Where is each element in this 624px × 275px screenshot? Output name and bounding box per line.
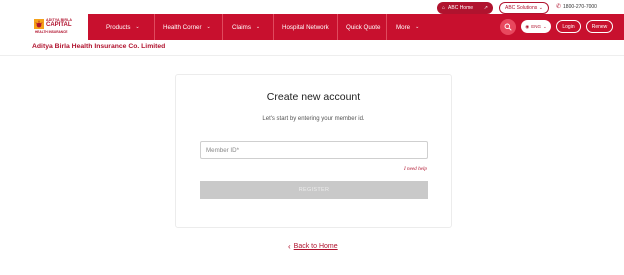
divider (0, 55, 624, 56)
phone-number: 1800-270-7000 (563, 3, 597, 10)
home-icon: ⌂ (442, 5, 446, 11)
search-icon (504, 23, 512, 31)
search-button[interactable] (500, 19, 516, 35)
phone-icon: ✆ (556, 4, 562, 10)
nav-item-label: Hospital Network (282, 23, 329, 31)
nav-item-label: Quick Quote (346, 23, 381, 31)
logo-sun-icon (34, 19, 44, 29)
nav-item-label: Products (106, 23, 131, 31)
page-title: Create new account (266, 91, 361, 103)
nav-divider (222, 14, 223, 40)
nav-item-health-corner[interactable]: Health Corner ⌄ (163, 14, 211, 40)
nav-item-quick-quote[interactable]: Quick Quote (346, 14, 380, 40)
nav-item-more[interactable]: More ⌄ (396, 14, 419, 40)
nav-item-claims[interactable]: Claims ⌄ (232, 14, 260, 40)
nav-divider (386, 14, 387, 40)
login-button[interactable]: Login (556, 20, 581, 33)
abc-home-label: ABC Home (448, 5, 474, 11)
chevron-down-icon: ⌄ (415, 24, 420, 30)
chevron-down-icon: ⌄ (206, 24, 211, 30)
nav-divider (337, 14, 338, 40)
chevron-left-icon: ‹ (288, 242, 291, 251)
nav-item-products[interactable]: Products ⌄ (106, 14, 140, 40)
top-utility-bar: ⌂ ABC Home ↗ ABC Solutions ⌄ ✆ 1800-270-… (0, 0, 624, 14)
language-label: ENG (531, 24, 541, 29)
register-button[interactable]: REGISTER (200, 181, 428, 199)
chevron-down-icon: ⌄ (255, 24, 261, 30)
logo-text-line3: HEALTH INSURANCE (35, 30, 68, 34)
need-help-link[interactable]: I need help (404, 166, 427, 172)
back-to-home-link[interactable]: ‹ Back to Home (288, 242, 338, 251)
chevron-down-icon: ⌄ (538, 5, 543, 11)
nav-item-hospital-network[interactable]: Hospital Network (282, 14, 329, 40)
member-id-input[interactable] (200, 141, 428, 159)
external-link-icon: ↗ (483, 5, 488, 11)
abc-home-button[interactable]: ⌂ ABC Home ↗ (437, 2, 493, 14)
phone-link[interactable]: ✆ 1800-270-7000 (556, 3, 597, 11)
nav-item-label: Health Corner (163, 23, 202, 31)
language-selector[interactable]: ◉ ENG ⌄ (521, 20, 551, 33)
login-label: Login (562, 23, 575, 30)
globe-icon: ◉ (525, 23, 530, 29)
company-name: Aditya Birla Health Insurance Co. Limite… (32, 43, 166, 50)
back-to-home-label: Back to Home (293, 243, 338, 250)
nav-item-label: More (396, 23, 411, 31)
renew-button[interactable]: Renew (586, 20, 613, 33)
logo-text-line2: CAPITAL (46, 22, 72, 28)
nav-item-label: Claims (232, 23, 251, 31)
create-account-card: Create new account Let's start by enteri… (175, 74, 452, 228)
page-subtitle: Let's start by entering your member id. (262, 116, 365, 122)
brand-logo[interactable]: ADITYA BIRLA CAPITAL HEALTH INSURANCE (34, 17, 86, 39)
nav-divider (154, 14, 155, 40)
abc-solutions-label: ABC Solutions (505, 5, 538, 11)
chevron-down-icon: ⌄ (542, 23, 547, 29)
abc-solutions-button[interactable]: ABC Solutions ⌄ (499, 2, 549, 14)
chevron-down-icon: ⌄ (135, 24, 140, 30)
nav-divider (273, 14, 274, 40)
renew-label: Renew (591, 23, 608, 30)
